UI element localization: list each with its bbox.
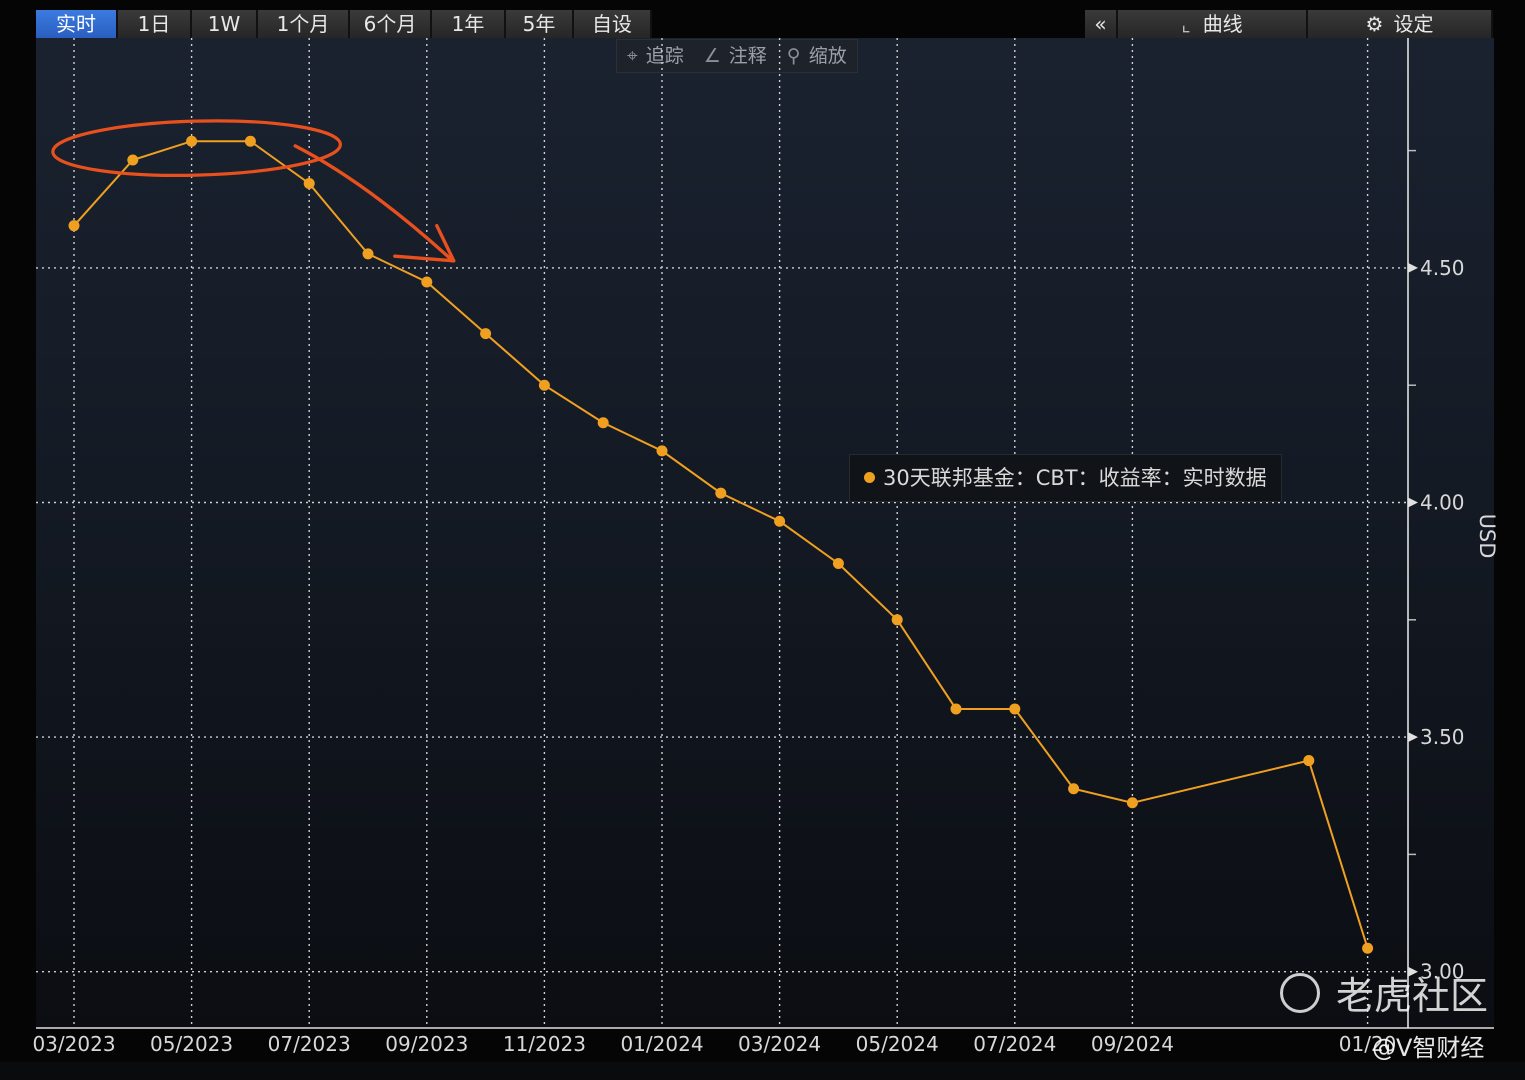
x-tick-label: 09/2023 (385, 1032, 468, 1056)
data-point (1362, 942, 1374, 954)
data-point (244, 135, 256, 147)
data-point (127, 154, 139, 166)
data-point (303, 177, 315, 189)
data-point (421, 276, 433, 288)
data-point (950, 703, 962, 715)
watermark-primary: 老虎社区 (1280, 965, 1488, 1020)
x-tick-label: 03/2024 (738, 1032, 821, 1056)
trend-arrow-shaft (293, 144, 455, 263)
bottom-strip (0, 1062, 1525, 1080)
data-point (774, 515, 786, 527)
y-tick-arrow (1408, 732, 1418, 743)
data-point (1126, 797, 1138, 809)
data-point (1303, 755, 1315, 767)
line-chart: 03/2023 05/2023 07/2023 09/2023 11/2023 01/20… (32, 38, 1499, 1056)
y-tick-arrow (1408, 262, 1418, 273)
data-point (362, 248, 374, 260)
data-point (538, 379, 550, 391)
data-point (656, 445, 668, 457)
data-point (832, 557, 844, 569)
chart-legend: 30天联邦基金：CBT：收益率：实时数据 (849, 454, 1282, 502)
x-tick-label: 05/2024 (856, 1032, 939, 1056)
x-tick-label: 09/2024 (1091, 1032, 1174, 1056)
x-tick-label: 03/2023 (32, 1032, 115, 1056)
data-point (597, 417, 609, 429)
data-point (480, 328, 492, 340)
series-line (73, 140, 1369, 949)
data-point (715, 487, 727, 499)
x-tick-label: 07/2024 (973, 1032, 1056, 1056)
y-tick-label: 4.00 (1420, 491, 1465, 515)
y-tick-arrow (1408, 497, 1418, 508)
data-point (68, 220, 80, 232)
x-tick-label: 07/2023 (268, 1032, 351, 1056)
x-tick-label: 01/2024 (620, 1032, 703, 1056)
y-tick-label: 4.50 (1420, 256, 1465, 280)
x-tick-label: 05/2023 (150, 1032, 233, 1056)
data-point (891, 614, 903, 626)
watermark-primary-text: 老虎社区 (1336, 974, 1489, 1018)
legend-swatch (864, 472, 875, 483)
tiger-logo-icon (1280, 972, 1320, 1013)
watermark-secondary: @V智财经 (1372, 1034, 1485, 1062)
data-point (186, 135, 198, 147)
data-point (1009, 703, 1021, 715)
x-tick-label: 11/2023 (503, 1032, 586, 1056)
y-axis-label: USD (1475, 514, 1499, 559)
data-point (1068, 783, 1080, 795)
y-tick-label: 3.50 (1420, 725, 1465, 749)
legend-label: 30天联邦基金：CBT：收益率：实时数据 (883, 466, 1267, 490)
